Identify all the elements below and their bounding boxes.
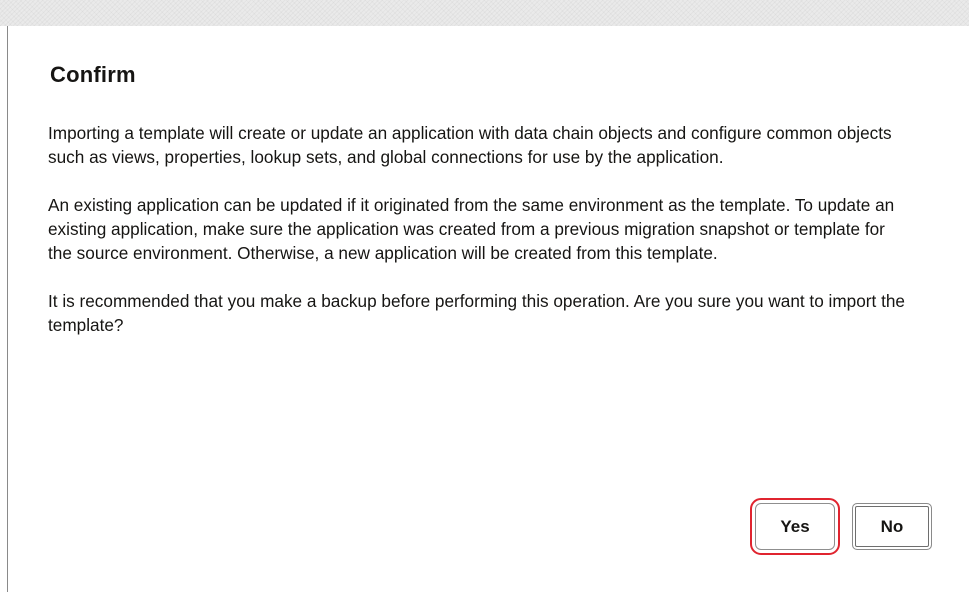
dialog-title: Confirm <box>50 62 136 87</box>
background-page-band <box>0 0 969 26</box>
message-paragraph-2: An existing application can be updated i… <box>48 195 895 263</box>
message-paragraph-3: It is recommended that you make a backup… <box>48 291 905 335</box>
yes-button[interactable]: Yes <box>750 498 840 555</box>
dialog-message: Importing a template will create or upda… <box>48 121 913 361</box>
no-button[interactable]: No <box>852 503 932 550</box>
message-paragraph-1: Importing a template will create or upda… <box>48 123 892 167</box>
